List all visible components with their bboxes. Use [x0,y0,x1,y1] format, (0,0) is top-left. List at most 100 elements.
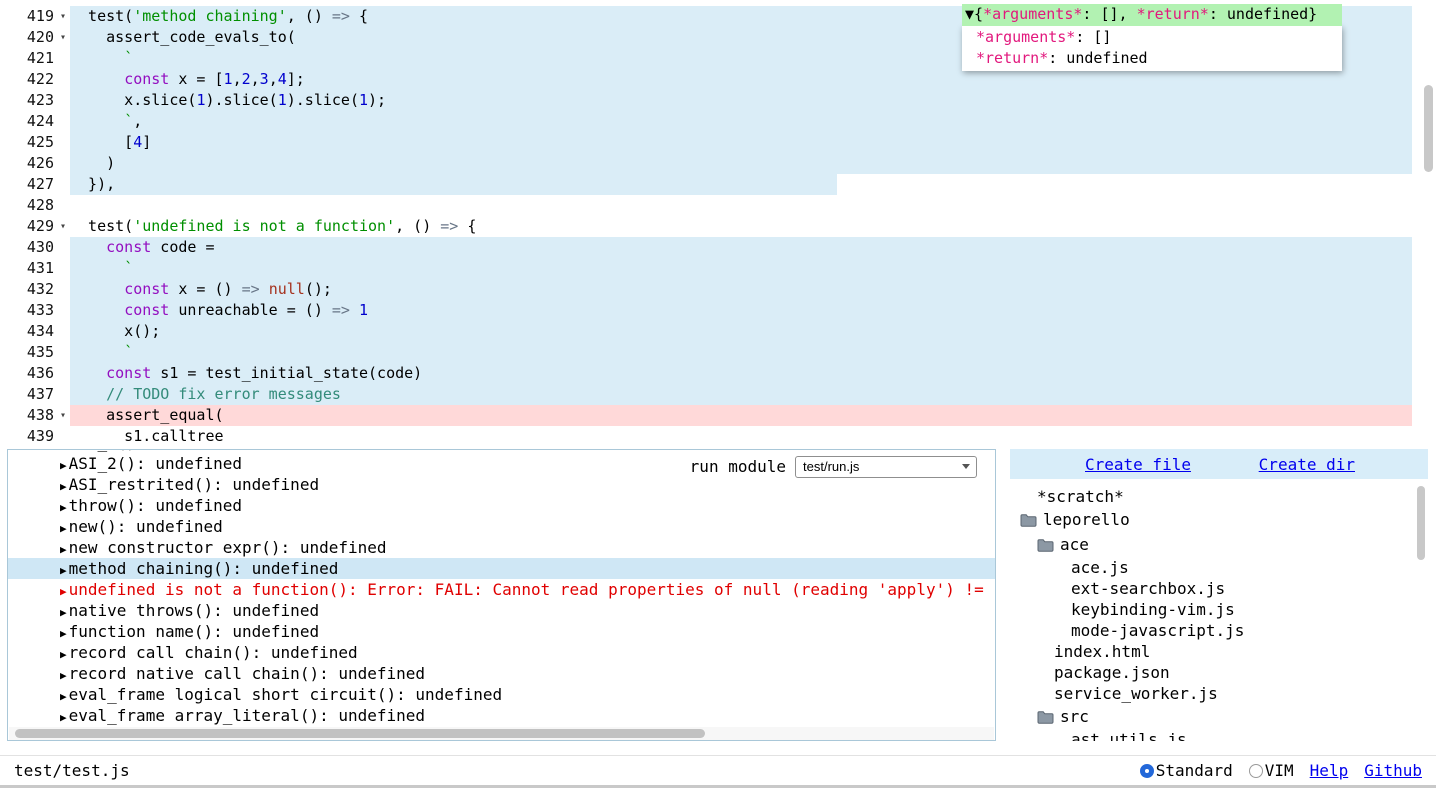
code-line[interactable]: 436 const s1 = test_initial_state(code) [0,363,1412,384]
create-file-link[interactable]: Create file [1085,454,1191,475]
value-tooltip-header[interactable]: ▼{*arguments*: [], *return*: undefined} [962,4,1342,26]
file-item[interactable]: ext-searchbox.js [1010,578,1428,599]
code-line[interactable]: 435 ` [0,342,1412,363]
run-module-select[interactable]: test/run.js [795,456,977,478]
code-line[interactable]: 426 ) [0,153,1412,174]
test-result-item[interactable]: ▶eval_frame logical short circuit(): und… [8,684,995,705]
radio-icon[interactable] [1249,764,1263,778]
file-item[interactable]: package.json [1010,662,1428,683]
file-item[interactable]: ast_utils.js [1010,729,1428,741]
file-item[interactable]: service_worker.js [1010,683,1428,704]
code-line[interactable]: 434 x(); [0,321,1412,342]
expand-triangle-icon[interactable]: ▶ [60,449,67,451]
keybinding-radio-vim[interactable]: VIM [1249,761,1294,780]
code-line[interactable]: 423 x.slice(1).slice(1).slice(1); [0,90,1412,111]
expand-triangle-icon[interactable]: ▶ [60,480,67,493]
test-result-item[interactable]: ▶record call chain(): undefined [8,642,995,663]
expand-triangle-icon[interactable]: ▶ [60,648,67,661]
file-item[interactable]: keybinding-vim.js [1010,599,1428,620]
file-tree-scrollbar[interactable] [1417,486,1425,560]
code-token: const [124,301,169,319]
code-token: 2 [242,70,251,88]
test-result-label: ASI_1(): undefined [69,449,242,452]
expand-triangle-icon[interactable]: ▶ [60,543,67,556]
code-line[interactable]: 427 }), [0,174,1412,195]
code-line[interactable]: 432 const x = () => null(); [0,279,1412,300]
code-line[interactable]: 439 s1.calltree [0,426,1412,441]
expand-triangle-icon[interactable]: ▶ [60,585,67,598]
test-result-item[interactable]: ▶eval_frame array_literal(): undefined [8,705,995,726]
folder-item[interactable]: ace [1010,532,1428,557]
file-item[interactable]: mode-javascript.js [1010,620,1428,641]
expand-triangle-icon[interactable]: ▶ [60,459,67,472]
expand-triangle-icon[interactable]: ▶ [60,501,67,514]
fold-icon[interactable]: ▾ [60,405,66,426]
fold-icon[interactable]: ▾ [60,216,66,237]
results-hscroll-thumb[interactable] [15,729,705,738]
test-result-label: new constructor expr(): undefined [69,538,387,557]
expand-triangle-icon[interactable]: ▶ [60,690,67,703]
tooltip-value-row[interactable]: *return*: undefined [976,48,1342,69]
expand-triangle-icon[interactable]: ▶ [60,606,67,619]
github-link[interactable]: Github [1364,761,1422,780]
test-result-item[interactable]: ▶record native call chain(): undefined [8,663,995,684]
line-number: 428 [0,195,70,216]
code-line[interactable]: 431 ` [0,258,1412,279]
test-result-item[interactable]: ▶throw(): undefined [8,495,995,516]
test-result-item[interactable]: ▶function name(): undefined [8,621,995,642]
code-token: x = () [169,280,241,298]
file-item[interactable]: ace.js [1010,557,1428,578]
code-token [350,301,359,319]
fold-icon[interactable]: ▾ [60,27,66,48]
tooltip-value-row[interactable]: *arguments*: [] [976,27,1342,48]
file-item[interactable]: index.html [1010,641,1428,662]
test-result-item[interactable]: ▶new constructor expr(): undefined [8,537,995,558]
line-number: 421 [0,48,70,69]
expand-triangle-icon[interactable]: ▶ [60,564,67,577]
line-number: 437 [0,384,70,405]
create-dir-link[interactable]: Create dir [1259,454,1355,475]
tree-item-label: package.json [1054,662,1170,683]
code-line[interactable]: 433 const unreachable = () => 1 [0,300,1412,321]
expand-triangle-icon[interactable]: ▶ [60,711,67,724]
code-token: => [242,280,260,298]
expand-triangle-icon[interactable]: ▶ [60,669,67,682]
code-token: test( [70,7,133,25]
file-browser-header: Create file Create dir [1010,449,1428,479]
folder-item[interactable]: leporello [1010,507,1428,532]
code-line[interactable]: 429▾ test('undefined is not a function',… [0,216,1412,237]
code-token: const [106,238,151,256]
code-token: , () [287,7,332,25]
code-line[interactable]: 437 // TODO fix error messages [0,384,1412,405]
code-line[interactable]: 425 [4] [0,132,1412,153]
keybinding-radio-standard[interactable]: Standard [1140,761,1233,780]
test-result-item[interactable]: ▶method chaining(): undefined [8,558,995,579]
folder-item[interactable]: src [1010,704,1428,729]
file-item[interactable]: *scratch* [1010,486,1428,507]
line-number: 431 [0,258,70,279]
line-number: 439 [0,426,70,441]
test-result-item[interactable]: ▶native throws(): undefined [8,600,995,621]
expand-triangle-icon[interactable]: ▶ [60,627,67,640]
code-token [70,112,124,130]
test-result-item[interactable]: ▶undefined is not a function(): Error: F… [8,579,995,600]
help-link[interactable]: Help [1310,761,1349,780]
radio-icon[interactable] [1140,764,1154,778]
code-line[interactable]: 430 const code = [0,237,1412,258]
code-token: // TODO fix error messages [70,385,341,403]
editor-vertical-scrollbar[interactable] [1424,85,1433,172]
code-token: *arguments* [976,28,1075,46]
code-line[interactable]: 424 `, [0,111,1412,132]
code-line[interactable]: 438▾ assert_equal( [0,405,1412,426]
line-number: 423 [0,90,70,111]
code-token [70,238,106,256]
test-result-item[interactable]: ▶new(): undefined [8,516,995,537]
results-hscroll-track[interactable] [9,727,994,740]
tree-item-label: leporello [1043,509,1130,530]
expand-triangle-icon[interactable]: ▶ [60,522,67,535]
code-line[interactable]: 422 const x = [1,2,3,4]; [0,69,1412,90]
code-token: }), [70,175,115,193]
code-line[interactable]: 428 [0,195,1412,216]
code-editor[interactable]: 419▾ test('method chaining', () => {420▾… [0,0,1436,441]
fold-icon[interactable]: ▾ [60,6,66,27]
